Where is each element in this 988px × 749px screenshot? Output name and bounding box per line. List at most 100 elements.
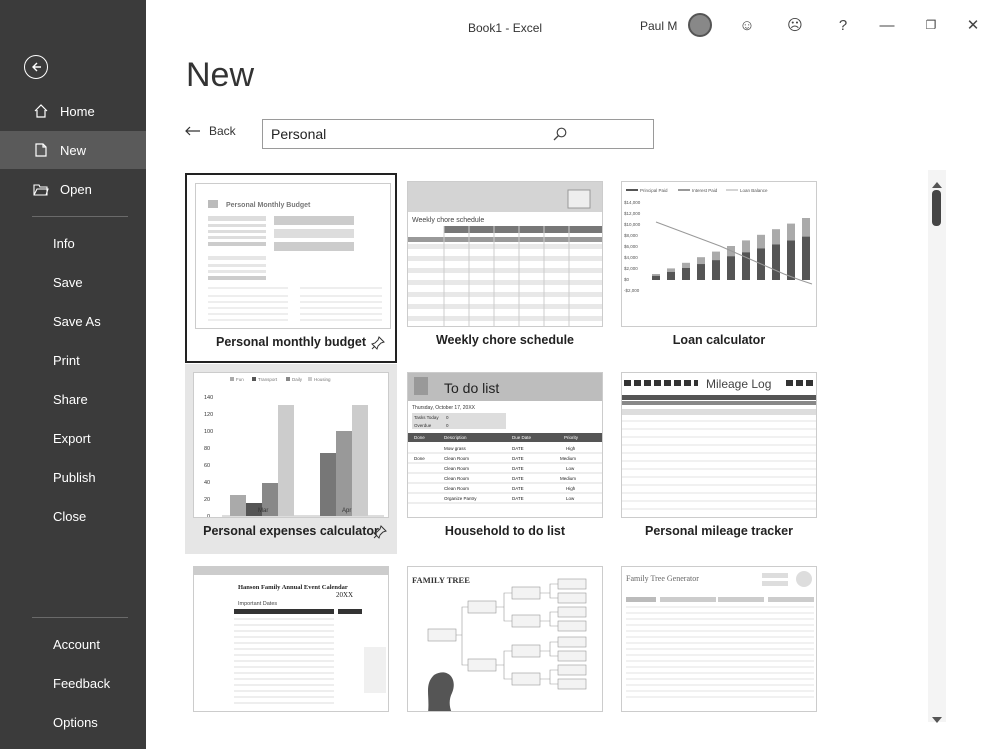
thumb-title: Family Tree Generator bbox=[626, 574, 699, 583]
sidebar-item-open[interactable]: Open bbox=[0, 170, 146, 208]
pin-icon[interactable] bbox=[373, 525, 387, 544]
y-tick: $4,000 bbox=[624, 255, 638, 260]
y-tick: $12,000 bbox=[624, 211, 641, 216]
template-card-household-to-do-list[interactable]: To do list Thursday, October 17, 20XX Ta… bbox=[399, 364, 611, 554]
sidebar-item-home[interactable]: Home bbox=[0, 92, 146, 130]
sidebar-item-close[interactable]: Close bbox=[0, 497, 146, 535]
sidebar-item-save-as[interactable]: Save As bbox=[0, 302, 146, 340]
sidebar-item-options[interactable]: Options bbox=[0, 703, 146, 741]
smile-feedback-icon[interactable]: ☺ bbox=[736, 14, 758, 36]
template-thumbnail: Hanson Family Annual Event Calendar 20XX… bbox=[193, 566, 389, 712]
loan-bar-interest bbox=[697, 257, 705, 265]
template-thumbnail: Principal Paid Interest Paid Loan Balanc… bbox=[621, 181, 817, 327]
home-icon bbox=[30, 104, 52, 118]
pin-icon[interactable] bbox=[371, 336, 385, 355]
sidebar-item-account[interactable]: Account bbox=[0, 625, 146, 663]
template-card-loan-calculator[interactable]: Principal Paid Interest Paid Loan Balanc… bbox=[613, 173, 825, 363]
template-card-personal-mileage-tracker[interactable]: Mileage Log Personal mileage tracker bbox=[613, 364, 825, 554]
sidebar-item-save[interactable]: Save bbox=[0, 263, 146, 301]
sidebar-item-label: New bbox=[60, 142, 87, 158]
table-cell: High bbox=[566, 446, 576, 451]
table-cell: DATE bbox=[512, 446, 524, 451]
template-card-event-calendar[interactable]: Hanson Family Annual Event Calendar 20XX… bbox=[185, 558, 397, 748]
template-card-family-tree[interactable]: FAMILY TREE bbox=[399, 558, 611, 748]
template-thumbnail: Personal Monthly Budget bbox=[195, 183, 391, 329]
loan-bar-principal bbox=[727, 256, 735, 280]
sidebar-item-info[interactable]: Info bbox=[0, 224, 146, 262]
sidebar-item-feedback[interactable]: Feedback bbox=[0, 664, 146, 702]
y-tick: 100 bbox=[204, 429, 213, 435]
scroll-down-icon[interactable] bbox=[932, 710, 942, 728]
avatar[interactable] bbox=[688, 13, 712, 37]
table-cell: Done bbox=[414, 456, 425, 461]
minimize-icon[interactable]: — bbox=[876, 14, 898, 36]
y-tick: 40 bbox=[204, 480, 210, 486]
legend-item: Transport bbox=[258, 377, 278, 382]
y-tick: -$2,000 bbox=[624, 288, 640, 293]
legend-item: Housing bbox=[314, 377, 331, 382]
search-value: Personal bbox=[271, 126, 327, 142]
search-input[interactable]: Personal bbox=[262, 119, 654, 149]
template-label: Household to do list bbox=[444, 524, 566, 538]
loan-bar-interest bbox=[712, 251, 720, 261]
back-arrow-icon[interactable] bbox=[24, 55, 48, 79]
sidebar-item-new[interactable]: New bbox=[0, 131, 146, 169]
close-icon[interactable]: ✕ bbox=[962, 14, 984, 36]
loan-bar-principal bbox=[712, 260, 720, 280]
frown-feedback-icon[interactable]: ☹ bbox=[784, 14, 806, 36]
legend-item: Fun bbox=[236, 377, 244, 382]
table-cell: DATE bbox=[512, 476, 524, 481]
help-icon[interactable]: ? bbox=[832, 14, 854, 36]
page-title: New bbox=[186, 56, 255, 94]
sidebar-item-print[interactable]: Print bbox=[0, 341, 146, 379]
y-tick: $14,000 bbox=[624, 200, 641, 205]
back-button[interactable]: Back bbox=[185, 124, 236, 138]
left-arrow-icon bbox=[185, 126, 200, 136]
template-card-personal-monthly-budget[interactable]: Personal Monthly Budget Personal monthly… bbox=[185, 173, 397, 363]
loan-bar-interest bbox=[742, 240, 750, 253]
y-tick: 0 bbox=[207, 514, 210, 518]
legend-item: Daily bbox=[292, 377, 303, 382]
sidebar-item-export[interactable]: Export bbox=[0, 419, 146, 457]
template-card-weekly-chore-schedule[interactable]: Weekly chore schedule Weekly chore sched… bbox=[399, 173, 611, 363]
loan-bar-principal bbox=[697, 264, 705, 280]
new-doc-icon bbox=[30, 143, 52, 157]
table-cell: Clean Room bbox=[444, 476, 469, 481]
template-thumbnail: Family Tree Generator bbox=[621, 566, 817, 712]
loan-bar-interest bbox=[772, 229, 780, 245]
col-header: Priority bbox=[564, 435, 579, 440]
sidebar-item-share[interactable]: Share bbox=[0, 380, 146, 418]
thumb-title: Weekly chore schedule bbox=[412, 217, 484, 224]
window-title: Book1 - Excel bbox=[468, 21, 543, 35]
loan-bar-principal bbox=[682, 267, 690, 280]
search-icon[interactable] bbox=[458, 127, 653, 141]
loan-bar-interest bbox=[757, 234, 765, 249]
restore-icon[interactable]: ❐ bbox=[920, 14, 942, 36]
tasks-today-label: Tasks Today bbox=[414, 415, 439, 420]
template-thumbnail: Weekly chore schedule bbox=[407, 181, 603, 327]
table-cell: High bbox=[566, 486, 576, 491]
template-thumbnail: FAMILY TREE bbox=[407, 566, 603, 712]
scrollbar-thumb[interactable] bbox=[932, 190, 941, 226]
table-cell: Low bbox=[566, 496, 575, 501]
loan-bar-interest bbox=[652, 274, 660, 276]
table-cell: DATE bbox=[512, 456, 524, 461]
table-cell: DATE bbox=[512, 486, 524, 491]
sidebar-divider bbox=[32, 617, 128, 618]
template-card-personal-expenses-calculator[interactable]: Fun Transport Daily Housing 140 120 100 … bbox=[185, 364, 397, 554]
sidebar-item-publish[interactable]: Publish bbox=[0, 458, 146, 496]
scrollbar[interactable] bbox=[928, 170, 946, 722]
col-header: Done bbox=[414, 435, 425, 440]
template-card-family-tree-generator[interactable]: Family Tree Generator bbox=[613, 558, 825, 748]
back-label: Back bbox=[209, 124, 236, 138]
y-tick: $0 bbox=[624, 277, 630, 282]
overdue-label: Overdue bbox=[414, 423, 432, 428]
user-name[interactable]: Paul M bbox=[640, 19, 677, 33]
loan-bar-principal bbox=[787, 240, 795, 280]
thumb-title: Personal Monthly Budget bbox=[226, 202, 311, 209]
table-cell: DATE bbox=[512, 466, 524, 471]
y-tick: 140 bbox=[204, 395, 213, 401]
loan-bar-interest bbox=[802, 218, 810, 237]
y-tick: $10,000 bbox=[624, 222, 641, 227]
legend-item: Interest Paid bbox=[692, 188, 718, 193]
